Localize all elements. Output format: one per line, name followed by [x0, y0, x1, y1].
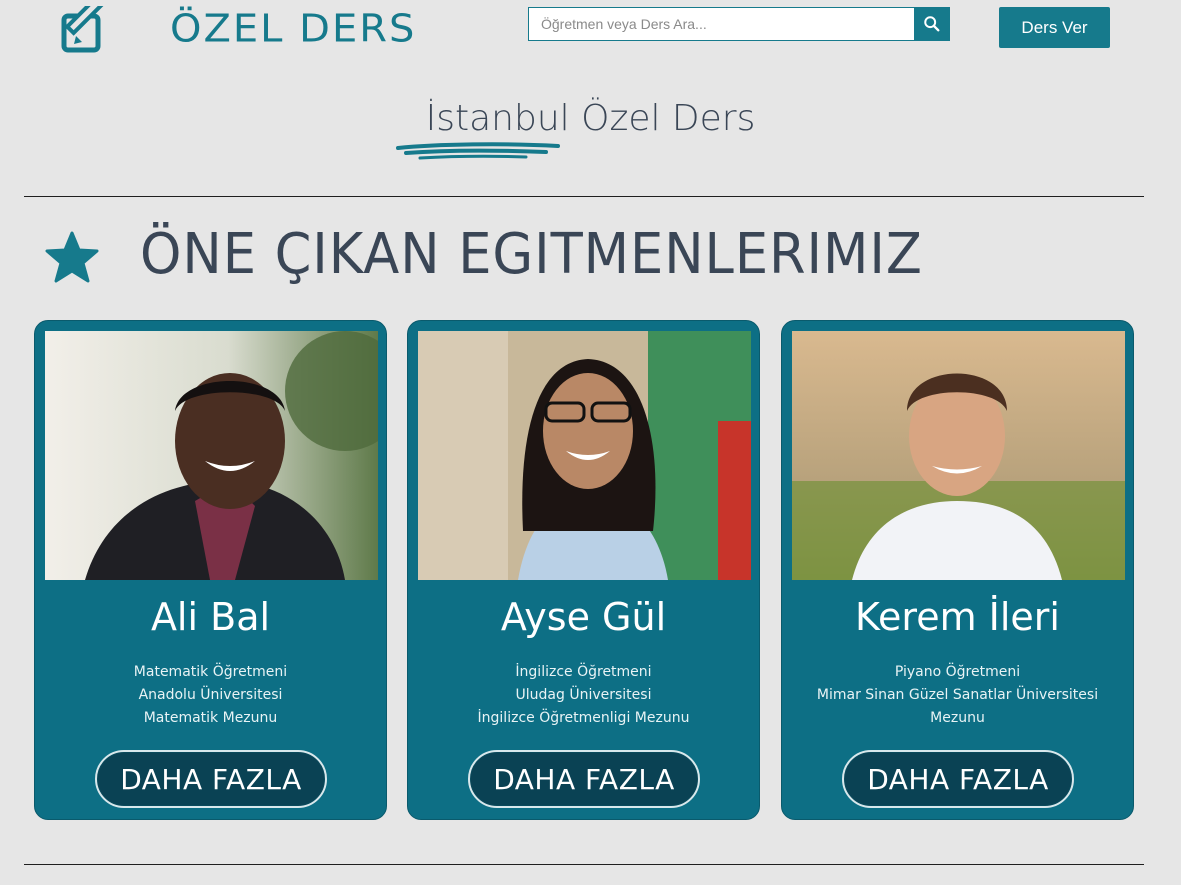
- page-title: İstanbul Özel Ders: [0, 98, 1181, 139]
- teacher-info-line: Mimar Sinan Güzel Sanatlar Üniversitesi: [816, 687, 1099, 703]
- divider-top: [24, 196, 1144, 197]
- divider-bottom: [24, 864, 1144, 865]
- section-title: ÖNE ÇIKAN EGITMENLERIMIZ: [140, 222, 923, 287]
- brush-underline-decoration: [396, 142, 560, 160]
- star-icon: [44, 230, 100, 286]
- daha-fazla-button[interactable]: DAHA FAZLA: [95, 750, 327, 808]
- search-button[interactable]: [914, 7, 950, 41]
- teacher-info-line: İngilizce Öğretmeni: [515, 664, 652, 680]
- city-name: İstanbul: [425, 98, 570, 139]
- ders-ver-button[interactable]: Ders Ver: [999, 7, 1110, 48]
- teacher-info: İngilizce Öğretmeni Uludag Üniversitesi …: [408, 661, 759, 730]
- teacher-info-line: Matematik Öğretmeni: [133, 664, 288, 680]
- teacher-photo: [792, 331, 1125, 580]
- search-icon: [924, 16, 940, 32]
- teacher-name: Ali Bal: [150, 595, 271, 639]
- teacher-info: Matematik Öğretmeni Anadolu Üniversitesi…: [35, 661, 386, 730]
- daha-fazla-button[interactable]: DAHA FAZLA: [842, 750, 1074, 808]
- edit-pencil-icon[interactable]: [60, 0, 116, 54]
- search-box: [528, 7, 950, 41]
- brand-logo-text[interactable]: ÖZEL DERS: [170, 7, 416, 51]
- teacher-name: Ayse Gül: [500, 595, 667, 639]
- teacher-info-line: İngilizce Öğretmenligi Mezunu: [477, 710, 690, 726]
- daha-fazla-button[interactable]: DAHA FAZLA: [468, 750, 700, 808]
- teacher-info-line: Uludag Üniversitesi: [515, 687, 652, 703]
- teacher-card: Ayse Gül İngilizce Öğretmeni Uludag Üniv…: [407, 320, 760, 820]
- teacher-name: Kerem İleri: [855, 595, 1060, 639]
- teacher-card: Kerem İleri Piyano Öğretmeni Mimar Sinan…: [781, 320, 1134, 820]
- teacher-photo: [45, 331, 378, 580]
- teacher-info-line: Piyano Öğretmeni: [894, 664, 1021, 680]
- teacher-photo: [418, 331, 751, 580]
- teacher-info: Piyano Öğretmeni Mimar Sinan Güzel Sanat…: [782, 661, 1133, 730]
- teacher-info-line: Mezunu: [930, 710, 985, 726]
- teacher-card: Ali Bal Matematik Öğretmeni Anadolu Üniv…: [34, 320, 387, 820]
- page-title-rest: Özel Ders: [581, 98, 756, 139]
- teacher-info-line: Anadolu Üniversitesi: [138, 687, 283, 703]
- search-input[interactable]: [529, 8, 915, 40]
- teacher-info-line: Matematik Mezunu: [143, 710, 278, 726]
